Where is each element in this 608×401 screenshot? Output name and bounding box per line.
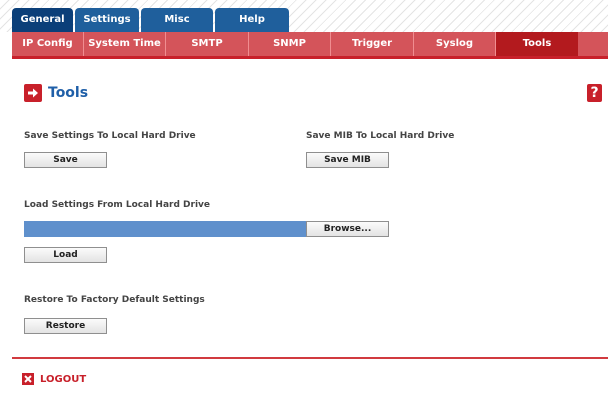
- save-mib-button[interactable]: Save MIB: [306, 152, 389, 168]
- sub-nav: IP Config System Time SMTP SNMP Trigger …: [12, 32, 608, 56]
- save-settings-label: Save Settings To Local Hard Drive: [24, 131, 196, 141]
- subtab-snmp[interactable]: SNMP: [249, 32, 331, 56]
- top-tabs: General Settings Misc Help: [12, 8, 289, 32]
- page-heading: Tools: [24, 84, 88, 102]
- top-tab-strip: General Settings Misc Help: [0, 0, 608, 32]
- arrow-right-icon: [24, 84, 42, 102]
- load-button[interactable]: Load: [24, 247, 107, 263]
- restore-button[interactable]: Restore: [24, 318, 107, 334]
- content-panel: Tools ? Save Settings To Local Hard Driv…: [12, 56, 608, 358]
- page-title: Tools: [48, 85, 89, 101]
- logout-link[interactable]: LOGOUT: [22, 373, 86, 385]
- sub-nav-fill: [578, 32, 608, 56]
- subtab-trigger[interactable]: Trigger: [331, 32, 414, 56]
- tab-help[interactable]: Help: [215, 8, 289, 32]
- browse-button[interactable]: Browse...: [306, 221, 389, 237]
- restore-label: Restore To Factory Default Settings: [24, 295, 205, 305]
- subtab-tools[interactable]: Tools: [496, 32, 578, 56]
- close-x-icon: [22, 373, 34, 385]
- subtab-ip-config[interactable]: IP Config: [12, 32, 84, 56]
- tab-misc[interactable]: Misc: [141, 8, 213, 32]
- tab-general[interactable]: General: [12, 8, 73, 32]
- help-icon[interactable]: ?: [587, 84, 602, 102]
- tab-settings[interactable]: Settings: [75, 8, 139, 32]
- save-button[interactable]: Save: [24, 152, 107, 168]
- content-divider: [12, 357, 608, 359]
- file-path-input[interactable]: [24, 221, 306, 237]
- load-settings-label: Load Settings From Local Hard Drive: [24, 200, 211, 210]
- subtab-system-time[interactable]: System Time: [84, 32, 166, 56]
- subtab-syslog[interactable]: Syslog: [414, 32, 496, 56]
- logout-label: LOGOUT: [40, 373, 87, 385]
- save-mib-label: Save MIB To Local Hard Drive: [306, 131, 455, 141]
- subtab-smtp[interactable]: SMTP: [166, 32, 249, 56]
